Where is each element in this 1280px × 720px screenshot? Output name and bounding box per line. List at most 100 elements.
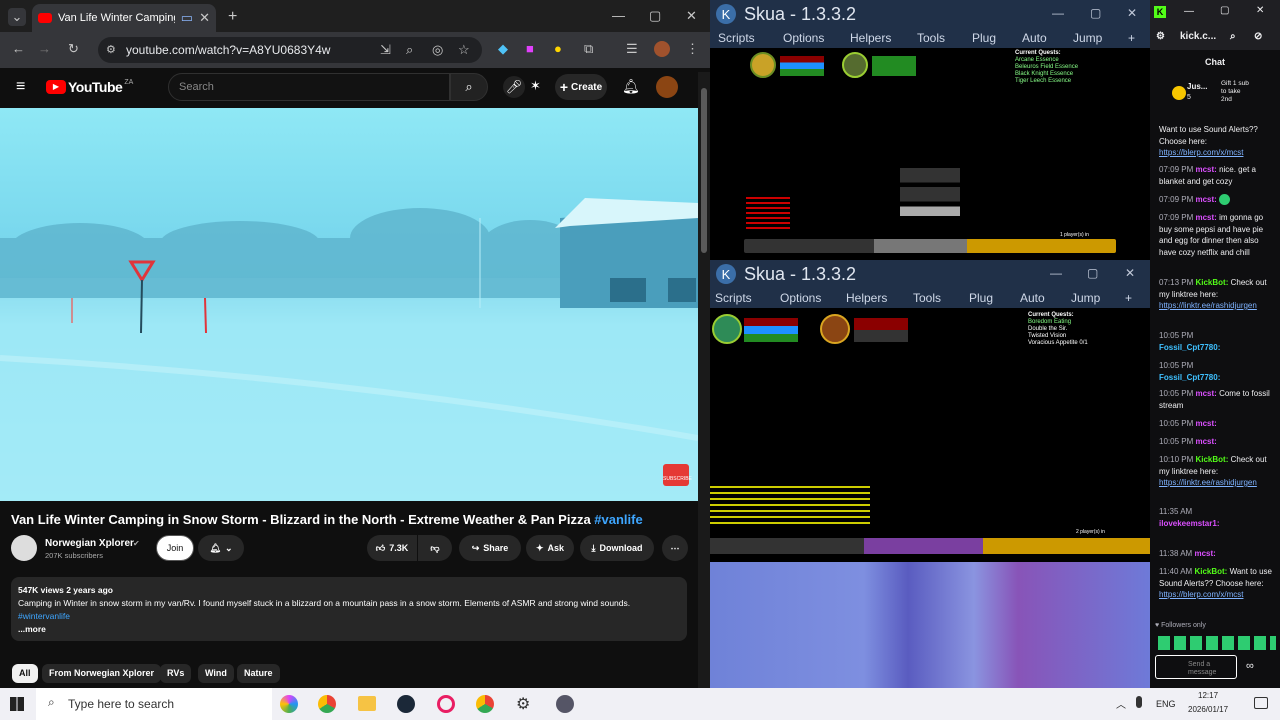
file-explorer-icon[interactable]	[358, 696, 376, 711]
subscribed-button[interactable]: 🔔︎ ⌄	[198, 535, 244, 561]
voice-search-icon[interactable]: 🎤︎	[503, 76, 525, 98]
close-window-icon[interactable]: ✕	[686, 8, 697, 24]
chrome-icon[interactable]	[318, 695, 336, 713]
menu-jump[interactable]: Jump	[1071, 291, 1100, 305]
steam-icon[interactable]	[397, 695, 415, 713]
message-user[interactable]: mcst:	[1195, 419, 1216, 428]
back-icon[interactable]: ←	[12, 41, 25, 56]
site-settings-icon[interactable]: ⚙	[1156, 31, 1165, 42]
chip-all[interactable]: All	[12, 664, 38, 683]
ask-button[interactable]: ✦ Ask	[526, 535, 574, 561]
minimize-icon[interactable]: —	[1050, 266, 1062, 280]
message-user[interactable]: mcst:	[1194, 549, 1215, 558]
download-button[interactable]: ⤓ Download	[580, 535, 654, 561]
menu-helpers[interactable]: Helpers	[850, 31, 891, 45]
message-user[interactable]: KickBot:	[1195, 278, 1228, 287]
youtube-search-button[interactable]: ⌕	[450, 73, 488, 101]
zoom-icon[interactable]: ⌕	[406, 42, 413, 58]
extension-1-icon[interactable]: ◆	[498, 41, 508, 57]
channel-avatar[interactable]	[11, 535, 37, 561]
minimize-icon[interactable]: —	[1184, 6, 1194, 17]
address-bar[interactable]: ⚙ youtube.com/watch?v=A8YU0683Y4w ⇲ ⌕ ◎ …	[98, 37, 482, 63]
menu-options[interactable]: Options	[783, 31, 824, 45]
close-icon[interactable]: ✕	[1127, 6, 1137, 20]
emote-picker-icon[interactable]: ∞	[1246, 660, 1254, 672]
message-user[interactable]: mcst:	[1195, 165, 1216, 174]
message-user[interactable]: Fossil_Cpt7780:	[1159, 373, 1220, 382]
bookmark-star-icon[interactable]: ☆	[458, 42, 470, 58]
tray-chevron-icon[interactable]: ︿	[1116, 696, 1126, 711]
profile-avatar-icon[interactable]	[654, 41, 670, 57]
menu-plug[interactable]: Plug	[972, 31, 996, 45]
browser-menu-icon[interactable]: ⋮	[686, 41, 699, 57]
video-player[interactable]: SUBSCRIBE	[0, 108, 698, 501]
extensions-puzzle-icon[interactable]: ⧉	[584, 41, 593, 57]
zoom-icon[interactable]: ⌕	[1230, 31, 1236, 42]
reload-icon[interactable]: ↻	[68, 41, 79, 57]
settings-gear-icon[interactable]: ⚙	[516, 694, 530, 714]
join-button[interactable]: Join	[156, 535, 194, 561]
tab-search-icon[interactable]: ⌄	[8, 8, 26, 26]
menu-auto[interactable]: Auto	[1020, 291, 1045, 305]
reading-list-icon[interactable]: ☰	[626, 41, 638, 57]
close-icon[interactable]: ✕	[1125, 266, 1135, 280]
site-info-icon[interactable]: ⚙	[106, 43, 116, 56]
chrome-active-icon[interactable]	[476, 695, 494, 713]
menu-plug[interactable]: Plug	[969, 291, 993, 305]
create-button[interactable]: + Create	[555, 74, 607, 100]
add-icon[interactable]: +	[1125, 291, 1132, 305]
menu-auto[interactable]: Auto	[1022, 31, 1047, 45]
copilot-icon[interactable]	[280, 695, 298, 713]
hide-icon[interactable]: ◎	[432, 42, 443, 58]
message-link[interactable]: https://linktr.ee/rashidjurgen	[1159, 478, 1257, 487]
menu-tools[interactable]: Tools	[917, 31, 945, 45]
message-user[interactable]: Fossil_Cpt7780:	[1159, 343, 1220, 352]
maximize-icon[interactable]: ▢	[1087, 266, 1098, 280]
minimize-icon[interactable]: —	[1052, 6, 1064, 20]
chip-from-channel[interactable]: From Norwegian Xplorer	[42, 664, 162, 683]
menu-scripts[interactable]: Scripts	[715, 291, 752, 305]
message-user[interactable]: KickBot:	[1194, 567, 1227, 576]
clock-date[interactable]: 2026/01/17	[1188, 705, 1228, 714]
notification-center-icon[interactable]	[1254, 697, 1268, 709]
clock-time[interactable]: 12:17	[1198, 691, 1218, 700]
game-viewport[interactable]: Current Quests: Arcane Essence Beleuros …	[710, 48, 1150, 258]
action-bar[interactable]	[744, 239, 1116, 253]
message-link[interactable]: https://blerp.com/x/mcst	[1159, 590, 1243, 599]
more-actions-button[interactable]: ⋯	[662, 535, 688, 561]
video-hashtag[interactable]: #vanlife	[594, 512, 642, 527]
scrollbar-thumb[interactable]	[701, 88, 707, 253]
tab-close-icon[interactable]: ✕	[199, 10, 210, 26]
action-bar[interactable]	[710, 538, 1150, 554]
message-user[interactable]: mcst:	[1195, 213, 1216, 222]
account-avatar[interactable]	[656, 76, 678, 98]
ai-helper-icon[interactable]: ✶	[530, 78, 541, 94]
message-link[interactable]: https://linktr.ee/rashidjurgen	[1159, 301, 1257, 310]
minimize-icon[interactable]: —	[612, 8, 625, 23]
notifications-bell-icon[interactable]: 🔔︎	[622, 78, 640, 95]
youtube-search-input[interactable]: Search	[168, 73, 450, 101]
message-user[interactable]: ilovekeemstar1:	[1159, 519, 1219, 528]
menu-jump[interactable]: Jump	[1073, 31, 1102, 45]
hamburger-menu-icon[interactable]: ≡	[16, 78, 25, 96]
chat-channel-url[interactable]: kick.c...	[1180, 31, 1216, 42]
menu-scripts[interactable]: Scripts	[718, 31, 755, 45]
skua-taskbar-icon[interactable]	[556, 695, 574, 713]
subscribe-overlay[interactable]: SUBSCRIBE	[663, 464, 692, 486]
share-button[interactable]: ↪ Share	[459, 535, 521, 561]
new-tab-icon[interactable]: +	[228, 8, 237, 26]
youtube-logo[interactable]: ▶ YouTube ZA	[46, 79, 133, 95]
chip-nature[interactable]: Nature	[237, 664, 280, 683]
dislike-button[interactable]: 👎︎	[418, 535, 452, 561]
maximize-icon[interactable]: ▢	[1090, 6, 1101, 20]
message-user[interactable]: mcst:	[1195, 437, 1216, 446]
input-language[interactable]: ENG	[1156, 699, 1176, 709]
menu-helpers[interactable]: Helpers	[846, 291, 887, 305]
maximize-icon[interactable]: ▢	[1220, 5, 1229, 16]
taskbar-search-input[interactable]: ⌕ Type here to search	[36, 688, 272, 720]
extension-2-icon[interactable]: ■	[526, 41, 534, 56]
chip-wind[interactable]: Wind	[198, 664, 234, 683]
maximize-icon[interactable]: ▢	[649, 8, 661, 24]
extension-3-icon[interactable]: ●	[554, 41, 562, 56]
message-link[interactable]: https://blerp.com/x/mcst	[1159, 148, 1243, 157]
